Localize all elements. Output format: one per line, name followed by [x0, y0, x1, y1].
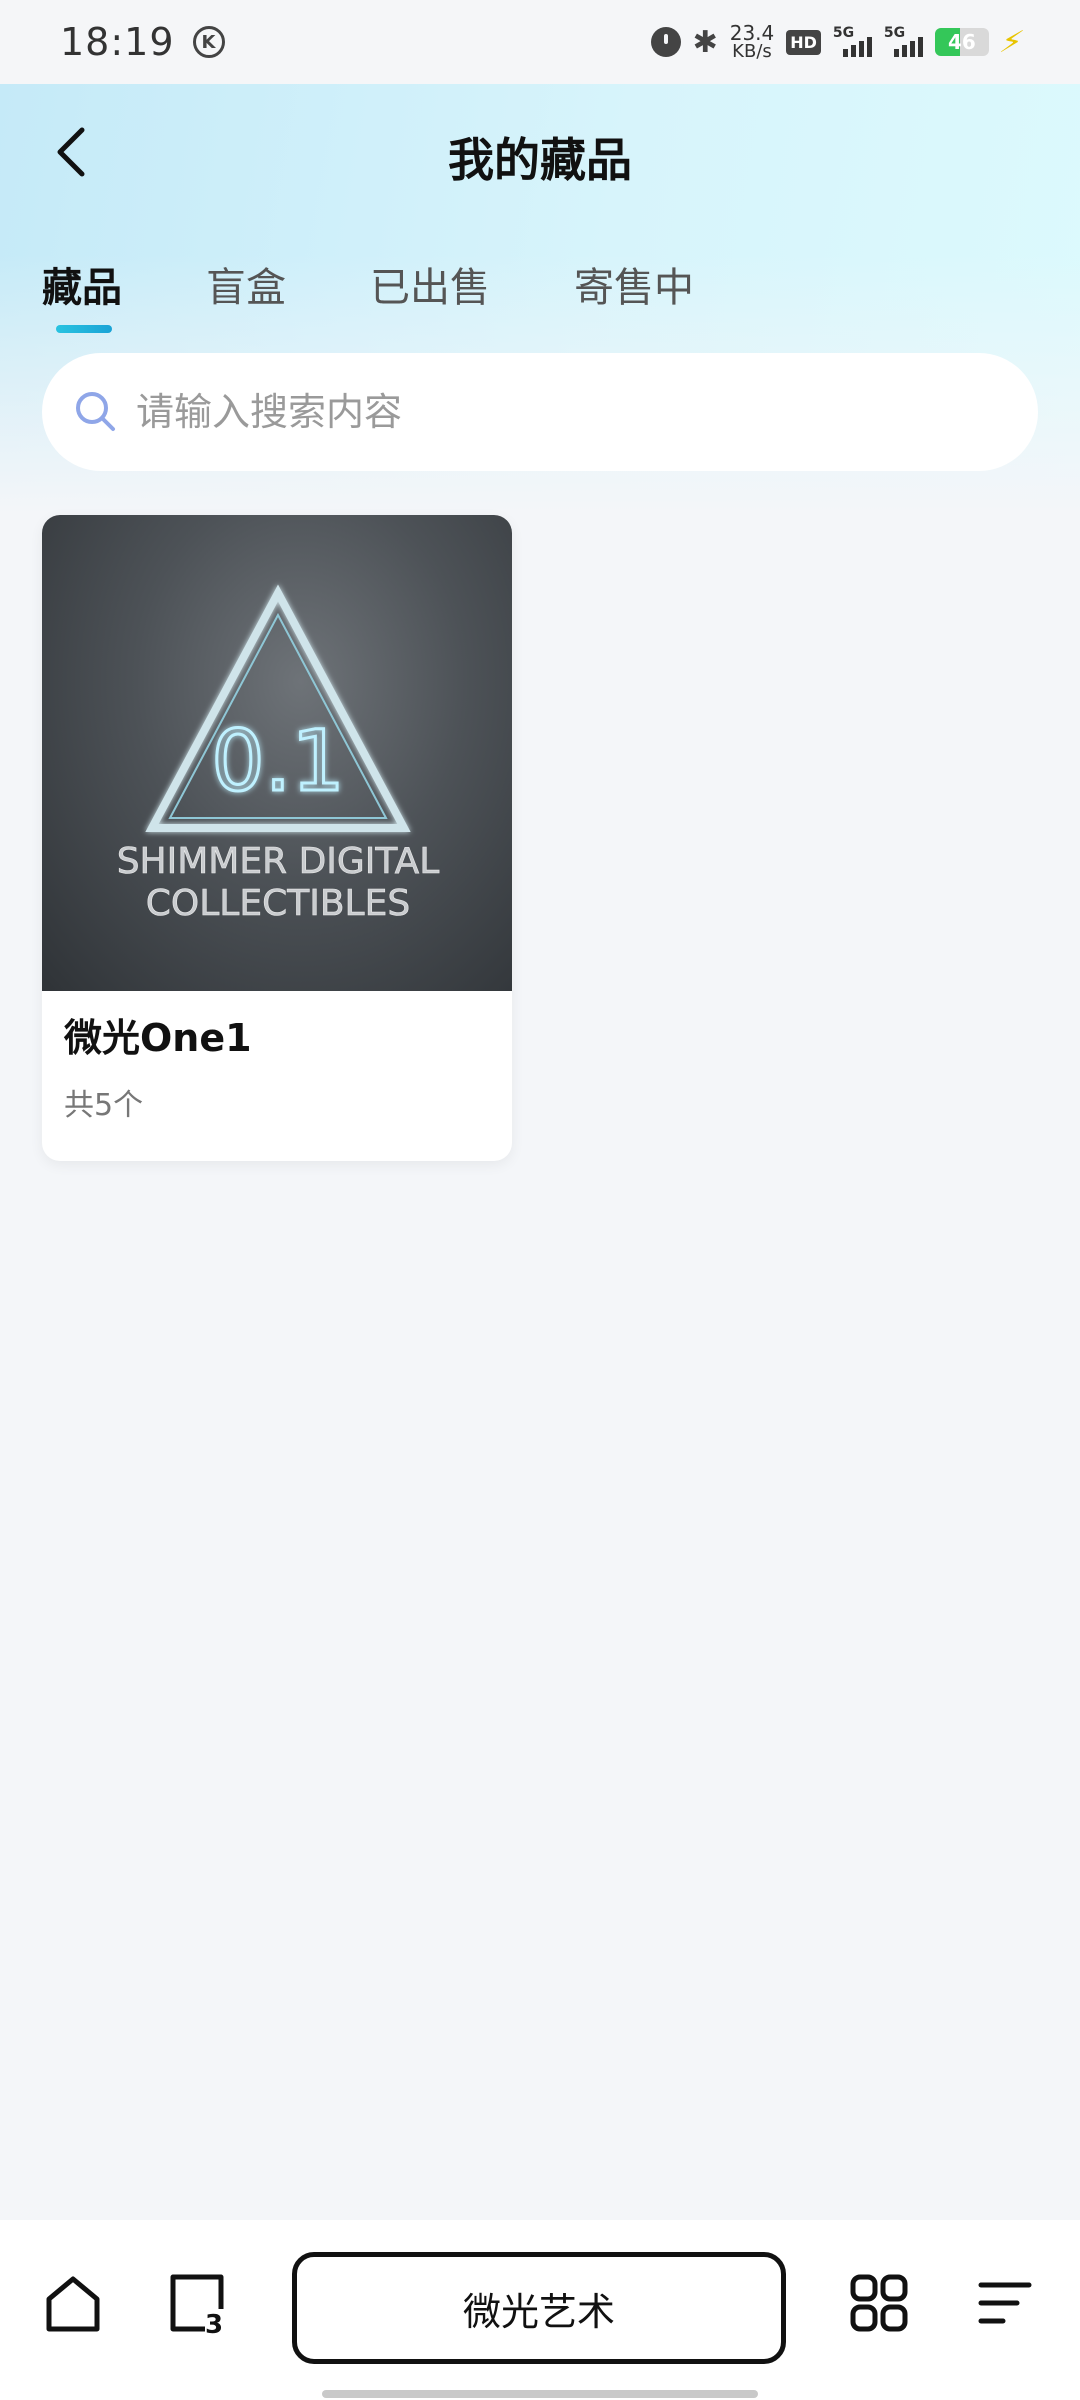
signal-1-icon: 5G [832, 25, 872, 57]
tab-blind-box[interactable]: 盲盒 [206, 255, 286, 335]
bottom-nav: 3 微光艺术 [0, 2220, 1080, 2400]
status-right: ✱ 23.4 KB/s HD 5G 5G 46 ⚡ [650, 23, 1027, 61]
tab-consigning-label: 寄售中 [574, 265, 694, 311]
signal-1-label: 5G [832, 25, 855, 41]
bluetooth-icon: ✱ [692, 24, 718, 60]
status-time: 18:19 [60, 20, 175, 64]
artwork-text-line-1: SHIMMER DIGITAL [117, 841, 440, 882]
tab-consigning[interactable]: 寄售中 [574, 255, 694, 335]
artwork-number: 0.1 [211, 712, 345, 810]
tab-bar: 藏品 盲盒 已出售 寄售中 [42, 255, 778, 335]
artwork-text-line-2: COLLECTIBLES [146, 883, 410, 924]
network-speed: 23.4 KB/s [730, 23, 775, 61]
active-tab-indicator [56, 325, 112, 333]
search-input[interactable] [136, 390, 1038, 434]
app-name-button[interactable]: 微光艺术 [292, 2252, 786, 2364]
tab-collections[interactable]: 藏品 [42, 255, 122, 335]
alarm-icon [650, 27, 681, 57]
status-bar: 18:19 K ✱ 23.4 KB/s HD 5G 5G 46 ⚡ [0, 0, 1080, 84]
network-speed-value: 23.4 [729, 21, 775, 45]
hd-icon: HD [786, 29, 821, 55]
page-title: 我的藏品 [448, 133, 632, 187]
charging-icon: ⚡ [996, 24, 1027, 60]
home-icon[interactable] [38, 2268, 108, 2338]
network-speed-unit: KB/s [732, 41, 772, 62]
tab-sold[interactable]: 已出售 [370, 255, 490, 335]
search-icon [66, 382, 126, 442]
signal-2-label: 5G [883, 25, 906, 41]
status-left: 18:19 K [60, 20, 225, 64]
tab-sold-label: 已出售 [370, 265, 490, 311]
title-bar: 我的藏品 [0, 104, 1080, 200]
home-indicator [322, 2390, 758, 2398]
collection-image: 0.1 SHIMMER DIGITAL COLLECTIBLES [42, 515, 512, 991]
collection-card[interactable]: 0.1 SHIMMER DIGITAL COLLECTIBLES 微光One1 … [42, 515, 512, 1161]
battery-icon: 46 [934, 28, 989, 56]
collection-name: 微光One1 [64, 1016, 252, 1060]
tab-blind-box-label: 盲盒 [206, 265, 286, 311]
search-bar[interactable] [42, 353, 1038, 471]
collection-count: 共5个 [64, 1088, 144, 1123]
k-badge-icon: K [192, 26, 225, 58]
tabs-count: 3 [205, 2310, 223, 2335]
signal-2-icon: 5G [883, 25, 923, 57]
battery-level: 46 [948, 30, 976, 54]
grid-icon[interactable] [844, 2268, 914, 2338]
shimmer-logo-artwork: 0.1 SHIMMER DIGITAL COLLECTIBLES [116, 584, 440, 924]
menu-icon[interactable] [970, 2268, 1040, 2338]
tabs-icon[interactable]: 3 [162, 2268, 232, 2338]
tab-collections-label: 藏品 [42, 265, 122, 311]
